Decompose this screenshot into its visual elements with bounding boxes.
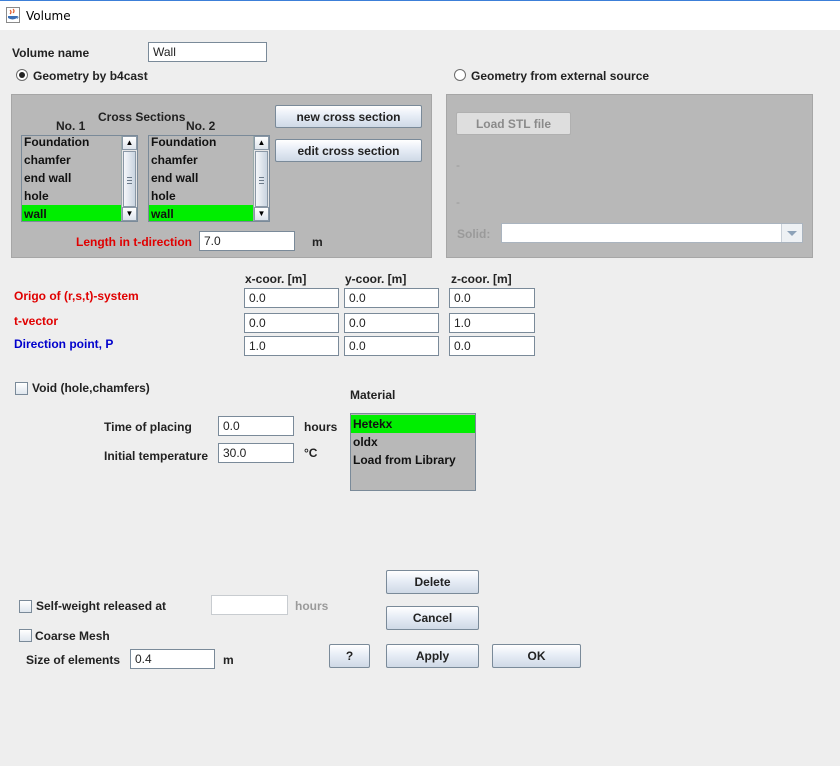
list2-scroll-up-icon[interactable]: ▲ [254,136,269,150]
z-coord-header: z-coor. [m] [451,272,512,286]
cross-section-list-1-item[interactable]: wall [22,205,122,221]
t-vector-label: t-vector [14,314,59,328]
t-vector-y-input[interactable] [344,313,439,333]
direction-point-z-input[interactable] [449,336,535,356]
solid-label: Solid: [457,227,491,241]
cross-section-list-1-item[interactable]: end wall [22,169,122,187]
list1-label: No. 1 [56,119,86,133]
material-list-item[interactable]: Hetekx [351,415,475,433]
volume-name-input[interactable] [148,42,267,62]
initial-temperature-unit: °C [304,446,318,460]
origo-label: Origo of (r,s,t)-system [14,289,139,303]
material-list-item[interactable]: oldx [351,433,475,451]
java-coffee-icon [6,7,20,23]
cross-section-list-2-item[interactable]: end wall [149,169,253,187]
origo-y-input[interactable] [344,288,439,308]
solid-dropdown[interactable] [501,223,803,243]
external-info-1: - [456,158,460,172]
coarse-mesh-label: Coarse Mesh [35,629,110,643]
material-list-item[interactable]: Load from Library [351,451,475,469]
load-stl-button[interactable]: Load STL file [456,112,571,135]
geometry-b4cast-label: Geometry by b4cast [33,69,148,83]
list2-label: No. 2 [186,119,216,133]
self-weight-checkbox[interactable] [19,600,32,613]
y-coord-header: y-coor. [m] [345,272,407,286]
time-of-placing-label: Time of placing [104,420,192,434]
self-weight-input[interactable] [211,595,288,615]
cross-section-list-1-item[interactable]: chamfer [22,151,122,169]
element-size-input[interactable] [130,649,215,669]
cross-section-list-2[interactable]: Foundation chamfer end wall hole wall ▲ ▼ [148,135,270,222]
material-title: Material [350,388,396,402]
length-label: Length in t-direction [76,235,192,249]
void-label: Void (hole,chamfers) [32,381,150,395]
material-list[interactable]: Hetekx oldx Load from Library [350,413,476,491]
list2-scroll-down-icon[interactable]: ▼ [254,207,269,221]
geometry-b4cast-radio[interactable] [16,69,28,81]
initial-temperature-input[interactable] [218,443,294,463]
new-cross-section-button[interactable]: new cross section [275,105,422,128]
cross-sections-title: Cross Sections [98,110,186,124]
direction-point-label: Direction point, P [14,337,114,351]
element-size-unit: m [223,653,234,667]
list2-scrollbar[interactable]: ▲ ▼ [253,136,269,221]
external-info-2: - [456,195,460,209]
title-bar: Volume [0,0,840,30]
length-input[interactable] [199,231,295,251]
cancel-button[interactable]: Cancel [386,606,479,630]
cross-section-list-1[interactable]: Foundation chamfer end wall hole wall ▲ ▼ [21,135,138,222]
self-weight-unit: hours [295,599,329,613]
time-of-placing-unit: hours [304,420,338,434]
x-coord-header: x-coor. [m] [245,272,307,286]
window-title: Volume [26,9,71,23]
list1-scroll-thumb[interactable] [123,151,136,207]
time-of-placing-input[interactable] [218,416,294,436]
geometry-external-label: Geometry from external source [471,69,650,83]
delete-button[interactable]: Delete [386,570,479,594]
cross-section-list-2-item[interactable]: wall [149,205,253,221]
list1-scroll-up-icon[interactable]: ▲ [122,136,137,150]
volume-name-label: Volume name [12,46,90,60]
t-vector-z-input[interactable] [449,313,535,333]
t-vector-x-input[interactable] [244,313,339,333]
cross-section-list-1-item[interactable]: hole [22,187,122,205]
origo-z-input[interactable] [449,288,535,308]
coarse-mesh-checkbox[interactable] [19,629,32,642]
void-checkbox[interactable] [15,382,28,395]
ok-button[interactable]: OK [492,644,581,668]
list1-scroll-down-icon[interactable]: ▼ [122,207,137,221]
initial-temperature-label: Initial temperature [104,449,209,463]
cross-section-list-1-item[interactable]: Foundation [22,136,122,151]
cross-section-list-2-item[interactable]: chamfer [149,151,253,169]
length-unit: m [312,235,323,249]
apply-button[interactable]: Apply [386,644,479,668]
cross-section-list-2-item[interactable]: Foundation [149,136,253,151]
self-weight-label: Self-weight released at [36,599,167,613]
list2-scroll-thumb[interactable] [255,151,268,207]
edit-cross-section-button[interactable]: edit cross section [275,139,422,162]
direction-point-x-input[interactable] [244,336,339,356]
help-button[interactable]: ? [329,644,370,668]
list1-scrollbar[interactable]: ▲ ▼ [121,136,137,221]
origo-x-input[interactable] [244,288,339,308]
element-size-label: Size of elements [26,653,121,667]
geometry-external-radio[interactable] [454,69,466,81]
chevron-down-icon[interactable] [781,224,802,242]
cross-section-list-2-item[interactable]: hole [149,187,253,205]
direction-point-y-input[interactable] [344,336,439,356]
